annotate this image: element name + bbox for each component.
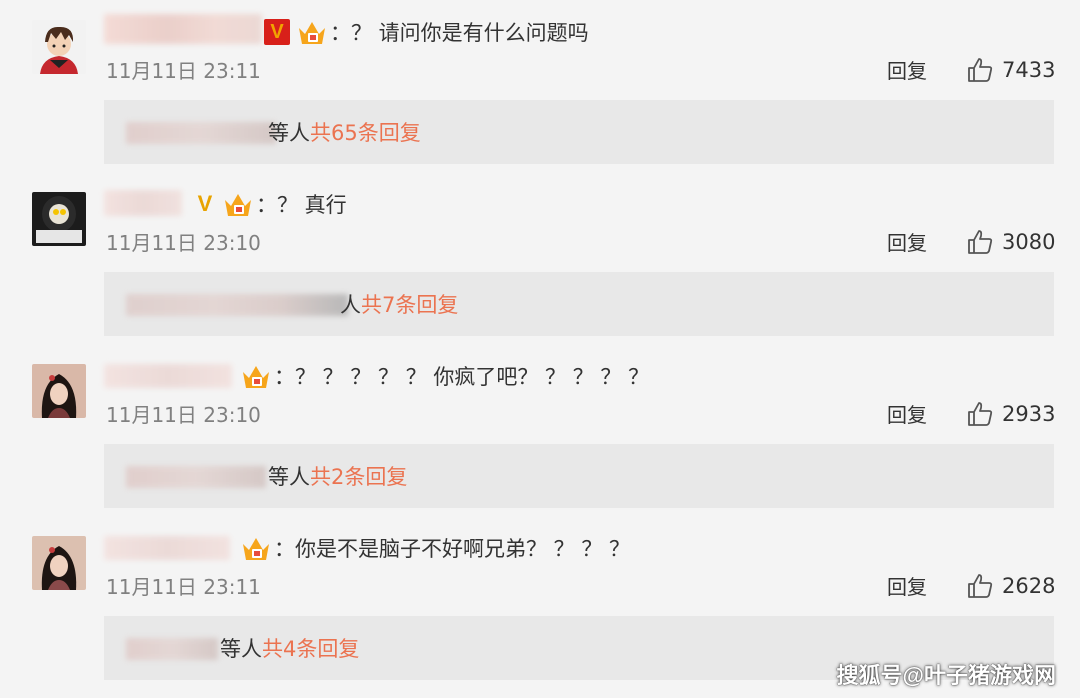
thumbs-up-icon bbox=[968, 574, 993, 598]
comment-timestamp: 11月11日 23:11 bbox=[106, 575, 261, 599]
comment-timestamp: 11月11日 23:10 bbox=[106, 403, 261, 427]
vip-v-icon: V bbox=[197, 191, 213, 216]
reply-summary: 等人共65条回复 bbox=[268, 119, 421, 147]
reply-prefix: 等人 bbox=[268, 465, 310, 489]
reply-summary-box[interactable]: 人共7条回复 bbox=[104, 272, 1054, 336]
reply-button[interactable]: 回复 bbox=[887, 230, 927, 256]
username-blurred[interactable] bbox=[104, 190, 182, 216]
user-avatar[interactable] bbox=[32, 536, 86, 590]
replier-names-blurred bbox=[126, 638, 218, 660]
vip-v-icon: V bbox=[264, 19, 290, 45]
like-count: 2628 bbox=[1002, 574, 1056, 598]
user-avatar[interactable] bbox=[32, 364, 86, 418]
thumbs-up-icon bbox=[968, 230, 993, 254]
crown-badge-icon bbox=[296, 16, 328, 48]
reply-prefix: 人 bbox=[340, 293, 361, 317]
like-count: 7433 bbox=[1002, 58, 1056, 82]
view-replies-link[interactable]: 共2条回复 bbox=[310, 465, 407, 489]
crown-badge-icon bbox=[240, 532, 272, 564]
username-blurred[interactable] bbox=[104, 536, 230, 560]
comment-timestamp: 11月11日 23:10 bbox=[106, 231, 261, 255]
comment-timestamp: 11月11日 23:11 bbox=[106, 59, 261, 83]
reply-prefix: 等人 bbox=[268, 121, 310, 145]
replier-names-blurred bbox=[126, 466, 266, 488]
view-replies-link[interactable]: 共4条回复 bbox=[262, 637, 359, 661]
comment-text: ：？ 真行 bbox=[256, 193, 347, 217]
reply-summary: 等人共2条回复 bbox=[268, 463, 407, 491]
reply-summary: 人共7条回复 bbox=[340, 291, 458, 319]
watermark: 搜狐号@叶子猪游戏网 bbox=[836, 663, 1056, 688]
comment-item: ：？ ？ ？ ？ ？ 你疯了吧？ ？ ？ ？ ？ 11月11日 23:10 回复… bbox=[0, 344, 1080, 516]
comment-text: ：？ ？ ？ ？ ？ 你疯了吧？ ？ ？ ？ ？ bbox=[274, 365, 650, 389]
user-avatar[interactable] bbox=[32, 20, 86, 74]
like-button[interactable]: 3080 bbox=[966, 227, 1055, 257]
reply-button[interactable]: 回复 bbox=[887, 574, 927, 600]
comment-text: ：你是不是脑子不好啊兄弟？ ？ ？ ？ bbox=[274, 537, 631, 561]
reply-button[interactable]: 回复 bbox=[887, 402, 927, 428]
like-count: 3080 bbox=[1002, 230, 1056, 254]
view-replies-link[interactable]: 共7条回复 bbox=[361, 293, 458, 317]
like-button[interactable]: 2628 bbox=[966, 571, 1055, 601]
user-avatar[interactable] bbox=[32, 192, 86, 246]
reply-summary-box[interactable]: 等人共2条回复 bbox=[104, 444, 1054, 508]
thumbs-up-icon bbox=[968, 58, 993, 82]
username-blurred[interactable] bbox=[104, 364, 232, 388]
reply-prefix: 等人 bbox=[220, 637, 262, 661]
reply-button[interactable]: 回复 bbox=[887, 58, 927, 84]
view-replies-link[interactable]: 共65条回复 bbox=[310, 121, 421, 145]
replier-names-blurred bbox=[126, 122, 276, 144]
thumbs-up-icon bbox=[968, 402, 993, 426]
reply-summary: 等人共4条回复 bbox=[220, 635, 359, 663]
replier-names-blurred bbox=[126, 294, 348, 316]
crown-badge-icon bbox=[222, 188, 254, 220]
like-button[interactable]: 2933 bbox=[966, 399, 1055, 429]
comment-text: ：？ 请问你是有什么问题吗 bbox=[330, 21, 589, 45]
comment-item: V ：？ 真行 11月11日 23:10 回复 3080 人共7条回复 bbox=[0, 172, 1080, 344]
like-button[interactable]: 7433 bbox=[966, 55, 1055, 85]
username-blurred[interactable] bbox=[104, 14, 262, 44]
reply-summary-box[interactable]: 等人共65条回复 bbox=[104, 100, 1054, 164]
crown-badge-icon bbox=[240, 360, 272, 392]
like-count: 2933 bbox=[1002, 402, 1056, 426]
comment-item: V ：？ 请问你是有什么问题吗 11月11日 23:11 回复 7433 等人共… bbox=[0, 0, 1080, 172]
